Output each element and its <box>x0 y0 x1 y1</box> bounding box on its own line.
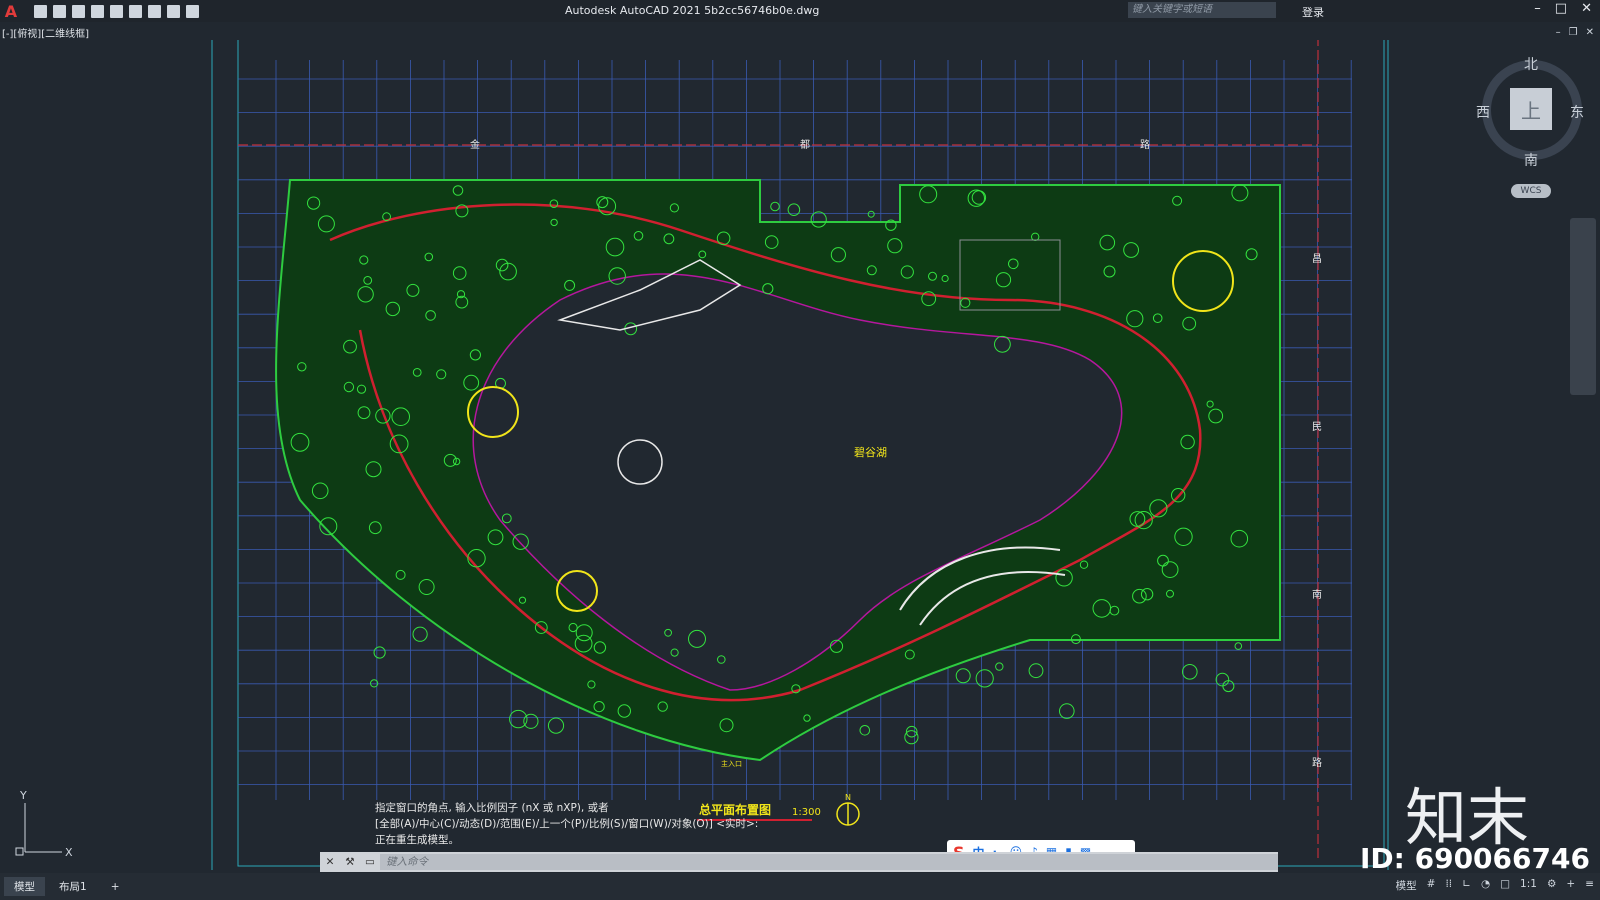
tab-layout1[interactable]: 布局1 <box>49 877 97 896</box>
print-icon[interactable] <box>148 4 161 18</box>
settings-gear-icon[interactable]: ⚙ <box>1547 878 1556 893</box>
add-layout-button[interactable]: + <box>101 879 130 895</box>
command-line: ✕ ⚒ ▭ 键入命令 <box>320 852 1278 872</box>
tree-symbol <box>547 717 565 734</box>
customize-command-icon[interactable]: ⚒ <box>340 856 360 868</box>
undo-icon[interactable] <box>167 4 180 18</box>
new-icon[interactable] <box>34 4 47 18</box>
tree-symbol <box>955 668 971 684</box>
road-char-1: 金 <box>470 138 480 151</box>
navigation-bar[interactable] <box>1570 218 1596 395</box>
autocad-logo-icon[interactable]: A <box>0 0 22 22</box>
grid-icon[interactable]: # <box>1427 878 1436 893</box>
viewcube-north[interactable]: 北 <box>1524 54 1538 74</box>
command-history-line: [全部(A)/中心(C)/动态(D)/范围(E)/上一个(P)/比例(S)/窗口… <box>375 818 759 830</box>
maximize-icon[interactable]: □ <box>1555 1 1567 16</box>
road-char-2: 都 <box>800 139 810 151</box>
wcs-menu-button[interactable]: WCS <box>1511 184 1551 198</box>
search-input[interactable]: 键入关键字或短语 <box>1128 2 1276 18</box>
redo-icon[interactable] <box>186 4 199 18</box>
model-space-button[interactable]: 模型 <box>1396 878 1417 893</box>
title-bar: A Autodesk AutoCAD 2021 5b2cc56746b0e.dw… <box>0 0 1600 22</box>
osnap-icon[interactable]: □ <box>1500 878 1510 893</box>
tree-symbol <box>859 725 871 736</box>
tree-symbol <box>1059 703 1075 719</box>
road-char-right-4: 路 <box>1312 756 1322 769</box>
viewcube-top-face[interactable]: 上 <box>1510 88 1552 130</box>
viewport-controls-label[interactable]: [-][俯视][二维线框] <box>2 25 89 40</box>
tree-symbol <box>412 626 428 642</box>
save-as-icon[interactable] <box>91 4 104 18</box>
tree-symbol <box>975 669 994 688</box>
open-icon[interactable] <box>53 4 66 18</box>
close-icon[interactable]: ✕ <box>1581 1 1592 16</box>
document-window-controls: – ❐ ✕ <box>1556 27 1594 38</box>
polar-icon[interactable]: ◔ <box>1481 878 1490 893</box>
road-char-right-2: 民 <box>1312 421 1322 433</box>
command-input[interactable]: 键入命令 <box>380 854 1278 870</box>
close-command-icon[interactable]: ✕ <box>320 856 340 868</box>
status-tools: 模型 # ⁞⁞ ∟ ◔ □ 1:1 ⚙ + ≡ <box>1396 878 1594 893</box>
window-controls: – □ ✕ <box>1534 1 1592 16</box>
road-char-3: 路 <box>1140 138 1150 151</box>
viewcube-east[interactable]: 东 <box>1570 102 1584 122</box>
tree-symbol <box>770 201 780 212</box>
annotation-scale[interactable]: 1:1 <box>1520 878 1537 893</box>
lake-label: 碧谷湖 <box>854 446 887 459</box>
viewcube-south[interactable]: 南 <box>1524 150 1538 170</box>
north-label: N <box>845 793 851 802</box>
command-history-line: 正在重生成模型。 <box>375 834 459 846</box>
minimize-icon[interactable]: – <box>1534 1 1541 16</box>
customize-menu-icon[interactable]: ≡ <box>1585 878 1594 893</box>
drawing-canvas[interactable]: 碧谷湖 金 都 路 昌 民 南 路 主入口 总平面布置图 1:300 N Y X <box>0 40 1600 870</box>
plot-preview-icon[interactable] <box>129 4 142 18</box>
add-icon[interactable]: + <box>1566 878 1575 893</box>
quick-access-toolbar <box>34 4 199 18</box>
ucs-x-label: X <box>65 846 73 859</box>
doc-close-icon[interactable]: ✕ <box>1586 27 1594 38</box>
tree-symbol <box>867 210 875 218</box>
tree-symbol <box>995 662 1004 671</box>
tree-symbol <box>1182 664 1198 680</box>
doc-restore-icon[interactable]: ❐ <box>1569 27 1578 38</box>
tree-symbol <box>1234 642 1243 650</box>
watermark-id: ID: 690066746 <box>1360 842 1590 875</box>
road-char-right-3: 南 <box>1312 588 1322 601</box>
status-bar: 模型 布局1 + <box>0 873 1600 900</box>
road-char-right-1: 昌 <box>1312 253 1322 265</box>
tree-symbol <box>373 646 386 659</box>
save-icon[interactable] <box>72 4 85 18</box>
doc-minimize-icon[interactable]: – <box>1556 27 1561 38</box>
app-title: Autodesk AutoCAD 2021 5b2cc56746b0e.dwg <box>565 4 820 17</box>
publish-icon[interactable] <box>110 4 123 18</box>
login-button[interactable]: 登录 <box>1302 4 1324 20</box>
ucs-y-label: Y <box>19 789 27 802</box>
tree-symbol <box>523 713 539 729</box>
entrance-label: 主入口 <box>721 759 742 768</box>
viewcube-west[interactable]: 西 <box>1476 102 1490 122</box>
tree-symbol <box>1028 663 1044 679</box>
ortho-icon[interactable]: ∟ <box>1462 878 1471 893</box>
command-history-line: 指定窗口的角点, 输入比例因子 (nX 或 nXP), 或者 <box>375 802 609 814</box>
recent-commands-icon[interactable]: ▭ <box>360 856 380 868</box>
tab-model[interactable]: 模型 <box>4 877 45 896</box>
snap-icon[interactable]: ⁞⁞ <box>1445 878 1452 893</box>
command-history: 指定窗口的角点, 输入比例因子 (nX 或 nXP), 或者 [全部(A)/中心… <box>373 800 801 848</box>
